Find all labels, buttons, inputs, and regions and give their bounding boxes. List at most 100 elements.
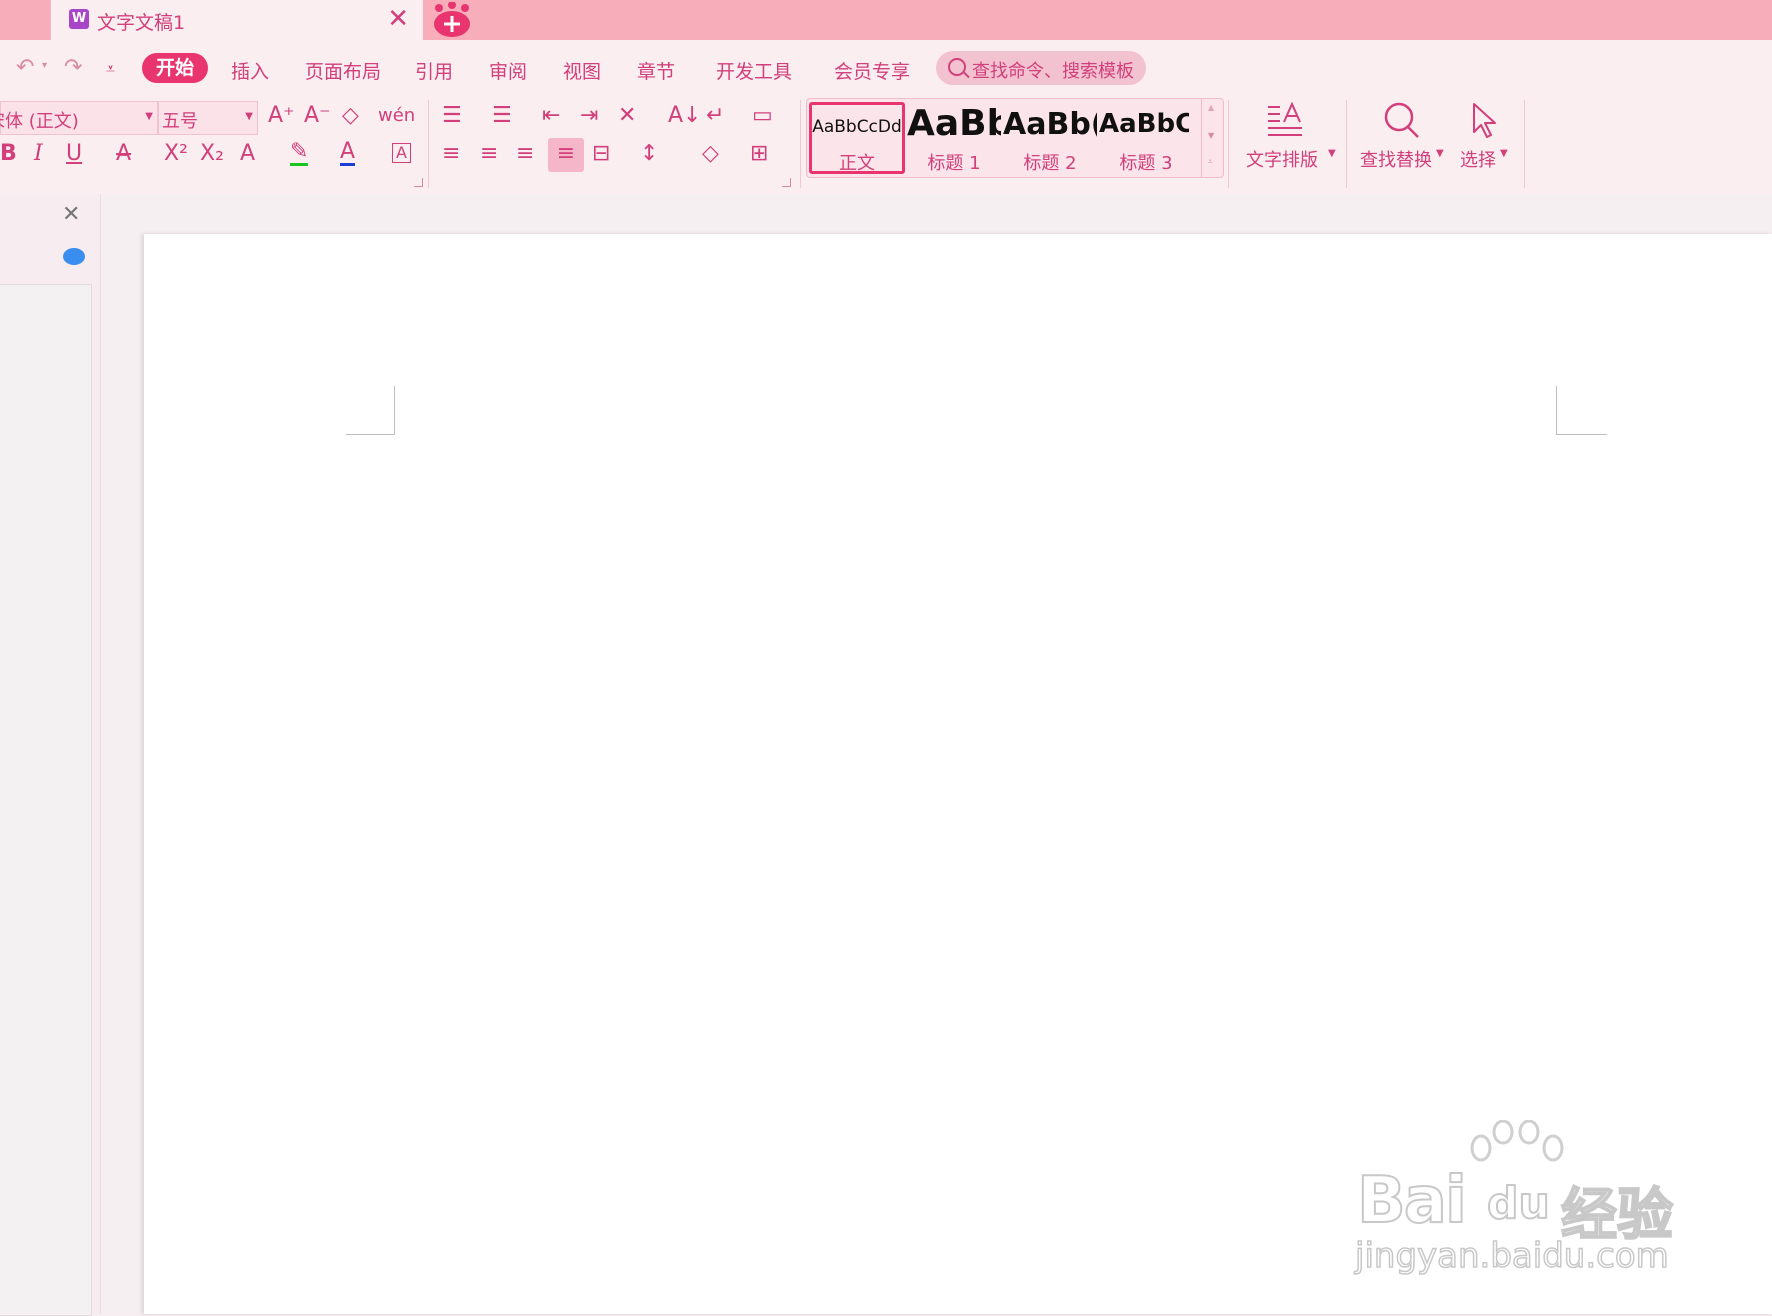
wps-writer-icon: W xyxy=(69,9,89,29)
text-layout-icon xyxy=(1268,102,1302,136)
text-effect-icon[interactable]: A xyxy=(240,141,255,167)
quick-access-dropdown-icon[interactable]: ⩡ xyxy=(106,59,115,79)
style-heading-2-sample: AaBb( xyxy=(1003,107,1097,142)
style-heading-3-label: 标题 3 xyxy=(1119,153,1173,174)
style-heading-3[interactable]: AaBbC 标题 3 xyxy=(1099,101,1193,174)
font-dialog-launcher[interactable] xyxy=(414,178,423,187)
select-label: 选择 xyxy=(1460,150,1496,171)
align-left-icon[interactable]: ≡ xyxy=(442,141,460,167)
font-size-value: 五号 xyxy=(162,111,198,132)
style-normal-sample: AaBbCcDd xyxy=(812,117,902,137)
tab-page-layout[interactable]: 页面布局 xyxy=(305,57,381,84)
chevron-down-icon: ▼ xyxy=(1436,148,1444,159)
shrink-font-icon[interactable]: A⁻ xyxy=(304,103,331,129)
gallery-scroll[interactable]: ▲ ▼ ⩡ xyxy=(1201,99,1222,177)
style-heading-3-sample: AaBbC xyxy=(1099,109,1189,139)
close-pane-icon[interactable]: ✕ xyxy=(62,202,80,227)
character-border-icon[interactable]: A xyxy=(392,143,411,163)
numbered-list-icon[interactable]: ☰ xyxy=(492,103,512,129)
group-separator xyxy=(428,100,429,188)
tab-start[interactable]: 开始 xyxy=(142,53,208,83)
chevron-up-icon[interactable]: ▲ xyxy=(1208,103,1214,112)
italic-icon[interactable]: I xyxy=(34,141,43,167)
tab-sections[interactable]: 章节 xyxy=(637,57,675,84)
style-normal-label: 正文 xyxy=(839,153,875,174)
tab-insert[interactable]: 插入 xyxy=(231,57,269,84)
text-layout-label: 文字排版 xyxy=(1246,150,1318,171)
search-icon xyxy=(948,58,966,76)
tab-developer-tools[interactable]: 开发工具 xyxy=(716,57,792,84)
tab-references[interactable]: 引用 xyxy=(415,57,453,84)
distributed-align-icon[interactable]: ⊟ xyxy=(592,141,610,167)
clear-format-icon[interactable]: ◇ xyxy=(342,103,359,129)
baidu-jingyan-watermark: Bai du 经验 jingyan.baidu.com xyxy=(1354,1120,1675,1280)
subscript-icon[interactable]: X₂ xyxy=(200,141,224,167)
align-center-icon[interactable]: ≡ xyxy=(480,141,498,167)
select-button[interactable]: 选择 ▼ xyxy=(1456,98,1520,178)
strikethrough-icon[interactable]: A xyxy=(116,141,131,167)
find-replace-button[interactable]: 查找替换 ▼ xyxy=(1356,98,1446,178)
style-heading-2-label: 标题 2 xyxy=(1023,153,1077,174)
chevron-down-icon: ▼ xyxy=(1500,148,1508,159)
line-spacing-icon[interactable]: ↕ xyxy=(640,141,658,167)
watermark-du: du xyxy=(1486,1177,1551,1230)
new-tab-paw-icon[interactable] xyxy=(430,2,474,38)
increase-indent-icon[interactable]: ⇥ xyxy=(580,103,598,129)
chinese-layout-icon[interactable]: ✕ xyxy=(618,103,636,129)
command-search[interactable]: 查找命令、搜索模板 xyxy=(936,51,1146,85)
group-separator xyxy=(1524,100,1525,188)
phonetic-guide-icon[interactable]: wén xyxy=(378,103,415,129)
document-tab[interactable]: W 文字文稿1 ✕ xyxy=(50,0,423,40)
tab-review[interactable]: 审阅 xyxy=(489,57,527,84)
group-separator xyxy=(1228,100,1229,188)
chevron-down-icon[interactable]: ▼ xyxy=(1208,131,1214,140)
sort-icon[interactable]: A↓ xyxy=(668,103,701,129)
ruler-icon[interactable]: ▭ xyxy=(752,103,773,129)
document-tab-title: 文字文稿1 xyxy=(97,12,186,34)
styles-gallery: AaBbCcDd 正文 AaBb 标题 1 AaBb( 标题 2 AaBbC 标… xyxy=(806,98,1224,178)
borders-icon[interactable]: ⊞ xyxy=(750,141,768,167)
expand-gallery-icon[interactable]: ⩡ xyxy=(1208,157,1213,167)
find-replace-label: 查找替换 xyxy=(1360,150,1432,171)
magnifier-icon xyxy=(1384,102,1419,138)
font-color-icon[interactable]: A xyxy=(340,141,356,166)
font-size-select[interactable]: 五号 ▼ xyxy=(158,101,258,135)
underline-icon[interactable]: U xyxy=(66,141,82,167)
margin-mark-right xyxy=(1556,386,1607,435)
group-separator xyxy=(1346,100,1347,188)
shading-icon[interactable]: ◇ xyxy=(702,141,719,167)
paragraph-dialog-launcher[interactable] xyxy=(782,178,791,187)
undo-dropdown-icon[interactable]: ▾ xyxy=(42,60,47,71)
font-family-value: 宋体 (正文) xyxy=(0,111,79,132)
tab-member-exclusive[interactable]: 会员专享 xyxy=(834,57,910,84)
chevron-down-icon: ▼ xyxy=(145,111,153,122)
close-tab-icon[interactable]: ✕ xyxy=(387,4,409,34)
undo-icon[interactable]: ↶ xyxy=(16,55,34,80)
bullet-list-icon[interactable]: ☰ xyxy=(442,103,462,129)
highlight-icon[interactable]: ✎ xyxy=(290,141,309,166)
group-separator xyxy=(800,100,801,188)
align-right-icon[interactable]: ≡ xyxy=(516,141,534,167)
style-heading-1-sample: AaBb xyxy=(907,103,1001,144)
redo-icon[interactable]: ↷ xyxy=(64,55,82,80)
text-layout-button[interactable]: 文字排版 ▼ xyxy=(1240,98,1340,178)
style-heading-2[interactable]: AaBb( 标题 2 xyxy=(1003,101,1097,174)
style-heading-1[interactable]: AaBb 标题 1 xyxy=(907,101,1001,174)
search-placeholder: 查找命令、搜索模板 xyxy=(972,61,1134,82)
cloud-sync-icon[interactable] xyxy=(63,248,85,265)
font-family-select[interactable]: 宋体 (正文) ▼ xyxy=(0,101,158,135)
chevron-down-icon: ▼ xyxy=(245,111,253,122)
bold-icon[interactable]: B xyxy=(0,141,17,167)
justify-icon[interactable]: ≡ xyxy=(548,138,584,172)
navigation-content xyxy=(0,284,92,1316)
watermark-brand: Bai xyxy=(1356,1163,1468,1239)
superscript-icon[interactable]: X² xyxy=(164,141,188,167)
decrease-indent-icon[interactable]: ⇤ xyxy=(542,103,560,129)
baidu-paw-logo xyxy=(1470,1120,1564,1162)
margin-mark-left xyxy=(346,386,395,435)
grow-font-icon[interactable]: A⁺ xyxy=(268,103,295,129)
show-marks-icon[interactable]: ↵ xyxy=(706,103,724,129)
tab-view[interactable]: 视图 xyxy=(563,57,601,84)
style-normal[interactable]: AaBbCcDd 正文 xyxy=(809,102,905,174)
watermark-url: jingyan.baidu.com xyxy=(1354,1235,1669,1277)
